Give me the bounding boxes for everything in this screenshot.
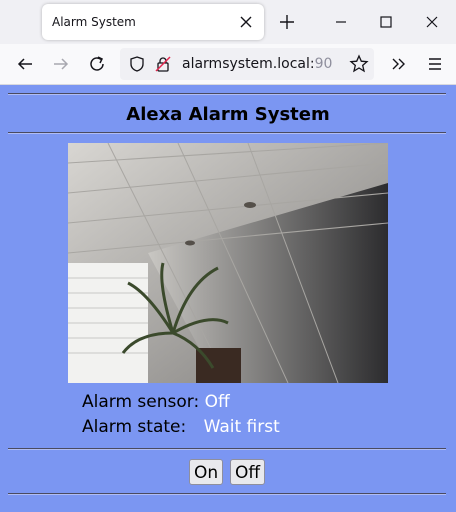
menu-icon[interactable] — [424, 53, 446, 75]
tab-title: Alarm System — [52, 15, 136, 29]
divider — [8, 493, 446, 495]
url-host: alarmsystem.local: — [182, 56, 315, 72]
reload-icon[interactable] — [86, 53, 108, 75]
insecure-lock-icon[interactable] — [154, 55, 172, 73]
alarm-on-button[interactable]: On — [189, 459, 224, 485]
alarm-off-button[interactable]: Off — [230, 459, 266, 485]
navigation-bar: alarmsystem.local:90 — [0, 44, 456, 85]
chevrons-icon[interactable] — [388, 53, 410, 75]
shield-icon[interactable] — [128, 55, 146, 73]
minimize-icon[interactable] — [330, 11, 352, 33]
url-text: alarmsystem.local:90 — [182, 56, 332, 72]
alarm-sensor-row: Alarm sensor: Off — [82, 392, 230, 412]
url-port: 90 — [314, 56, 333, 72]
forward-icon[interactable] — [50, 53, 72, 75]
close-icon[interactable] — [236, 12, 256, 32]
tab-strip: Alarm System — [0, 0, 456, 44]
page-title: Alexa Alarm System — [126, 104, 330, 125]
camera-image — [68, 143, 388, 383]
alarm-state-row: Alarm state: Wait first — [82, 417, 280, 437]
alarm-sensor-value: Off — [204, 392, 230, 412]
alarm-sensor-label: Alarm sensor: — [82, 392, 200, 412]
alarm-state-label: Alarm state: — [82, 417, 187, 437]
divider — [8, 93, 446, 95]
divider — [8, 132, 446, 134]
alarm-state-value: Wait first — [203, 417, 280, 437]
plus-icon[interactable] — [276, 11, 298, 33]
close-window-icon[interactable] — [421, 11, 443, 33]
address-bar[interactable]: alarmsystem.local:90 — [120, 48, 374, 80]
page-content: Alexa Alarm System Alarm sensor: Off Ala… — [0, 85, 456, 512]
divider — [8, 448, 446, 450]
back-icon[interactable] — [14, 53, 36, 75]
star-icon[interactable] — [348, 53, 370, 75]
maximize-icon[interactable] — [375, 11, 397, 33]
browser-tab[interactable]: Alarm System — [42, 4, 264, 40]
